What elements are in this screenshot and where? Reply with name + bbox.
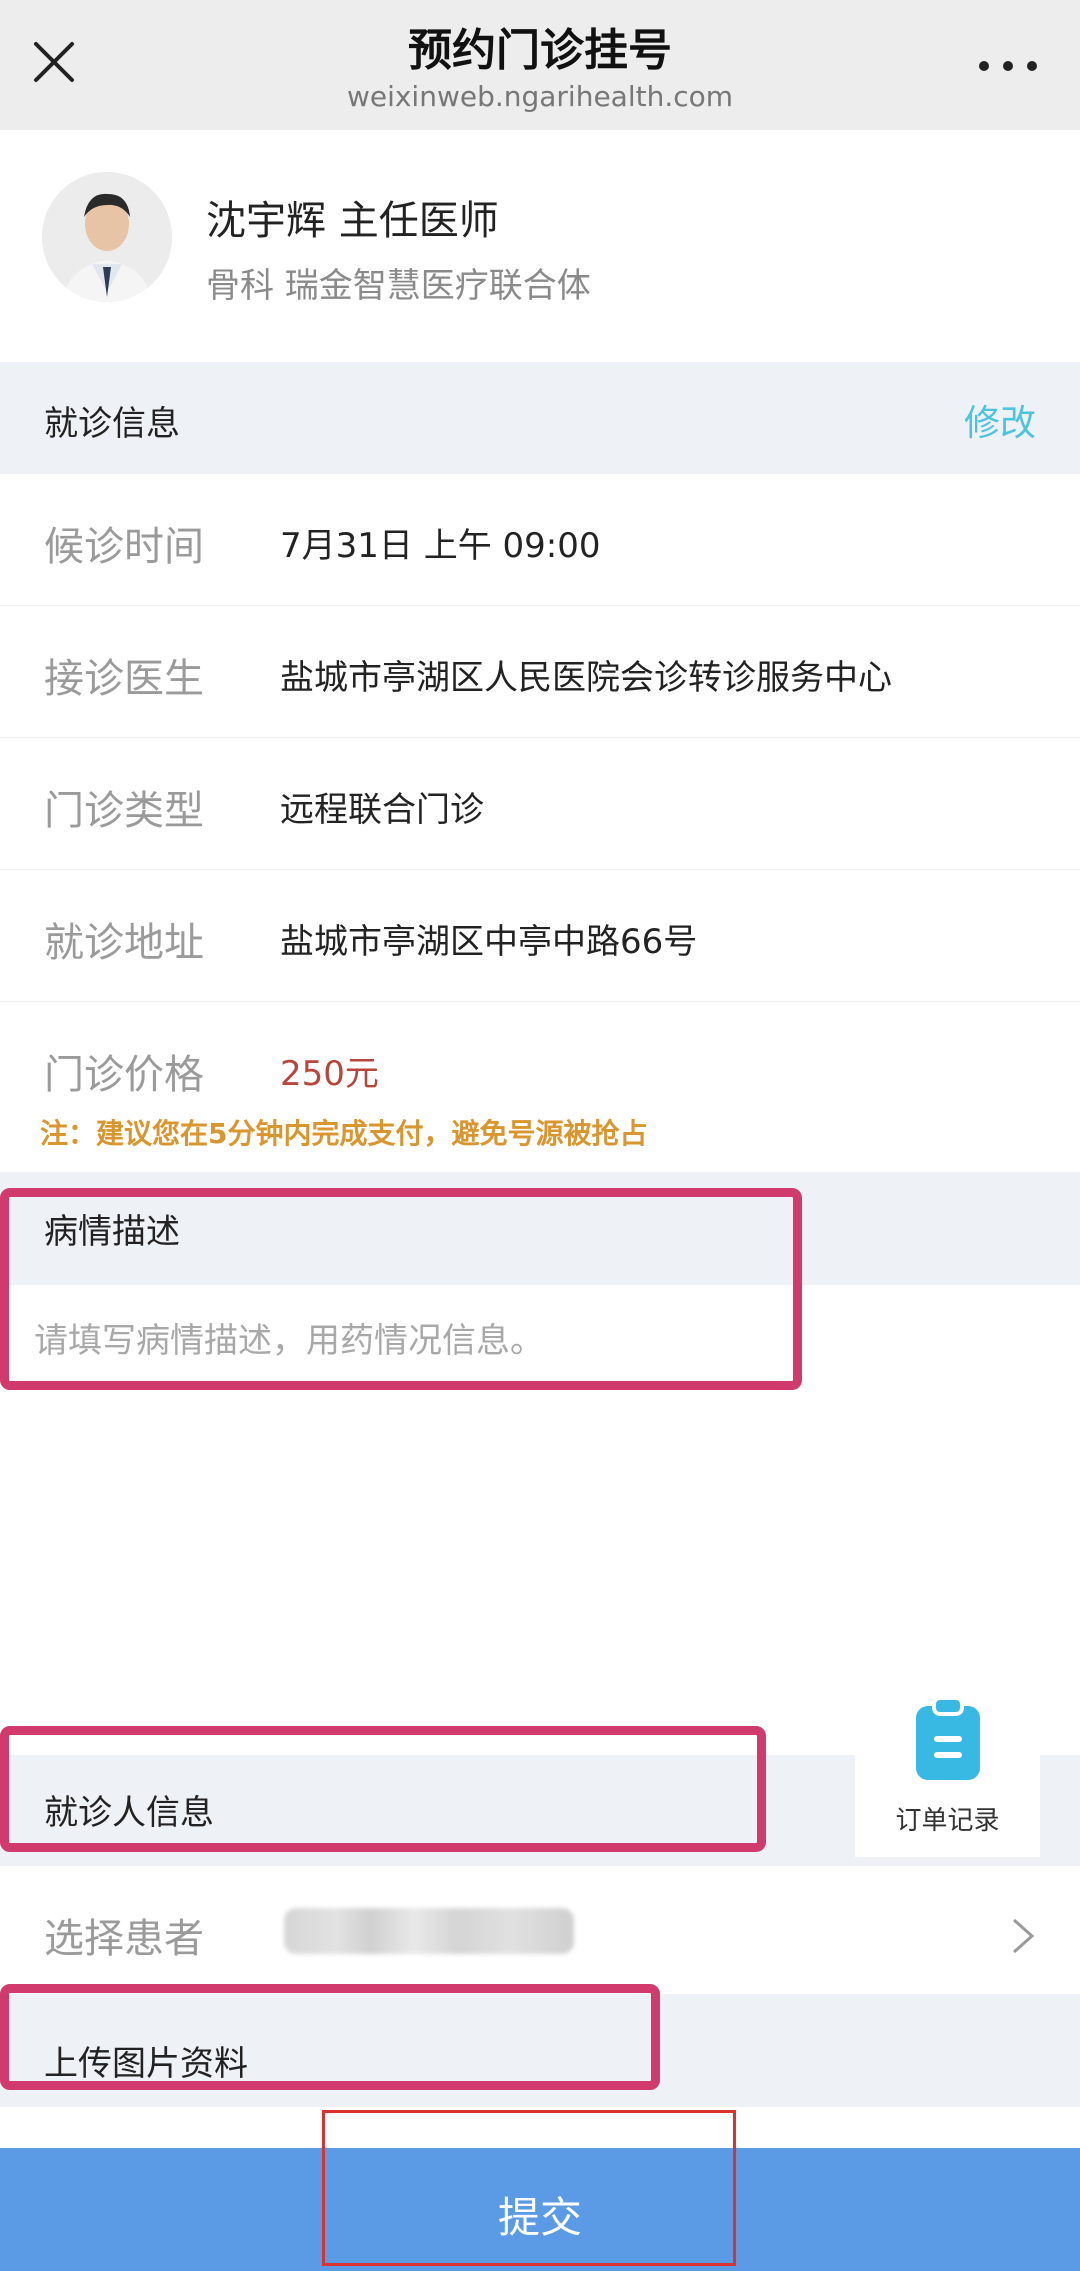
upload-title: 上传图片资料 — [44, 2044, 248, 2084]
row-value: 盐城市亭湖区中亭中路66号 — [280, 922, 698, 962]
row-label: 门诊价格 — [44, 1052, 204, 1098]
row-value: 7月31日 上午 09:00 — [280, 526, 601, 566]
condition-header: 病情描述 — [0, 1172, 1080, 1285]
page-title: 预约门诊挂号 — [408, 25, 672, 76]
info-row-type: 门诊类型 远程联合门诊 — [0, 738, 1080, 870]
row-label: 门诊类型 — [44, 788, 204, 834]
upload-header[interactable]: 上传图片资料 — [0, 1994, 1080, 2107]
page-domain: weixinweb.ngarihealth.com — [346, 80, 734, 113]
row-value: 远程联合门诊 — [280, 790, 484, 830]
doctor-name: 沈宇辉 主任医师 — [206, 198, 499, 244]
order-record-button[interactable]: 订单记录 — [855, 1672, 1040, 1857]
condition-title: 病情描述 — [44, 1212, 180, 1252]
patient-name-blurred — [284, 1908, 574, 1954]
info-row-address: 就诊地址 盐城市亭湖区中亭中路66号 — [0, 870, 1080, 1002]
info-row-time: 候诊时间 7月31日 上午 09:00 — [0, 474, 1080, 606]
top-bar: 预约门诊挂号 weixinweb.ngarihealth.com — [0, 0, 1080, 130]
patient-title: 就诊人信息 — [44, 1793, 214, 1833]
doctor-avatar — [42, 172, 172, 302]
appointment-page: 预约门诊挂号 weixinweb.ngarihealth.com 沈宇辉 主任医… — [0, 0, 1080, 2271]
row-label: 候诊时间 — [44, 524, 204, 570]
row-value: 盐城市亭湖区人民医院会诊转诊服务中心 — [280, 658, 892, 698]
select-patient-label: 选择患者 — [44, 1916, 204, 1962]
select-patient-row[interactable]: 选择患者 — [0, 1866, 1080, 1994]
doctor-department: 骨科 瑞金智慧医疗联合体 — [206, 266, 591, 306]
visit-info-title: 就诊信息 — [44, 404, 180, 444]
price-value: 250元 — [280, 1054, 379, 1094]
doctor-card: 沈宇辉 主任医师 骨科 瑞金智慧医疗联合体 — [0, 130, 1080, 362]
row-label: 接诊医生 — [44, 656, 204, 702]
edit-link[interactable]: 修改 — [964, 394, 1036, 446]
payment-note: 注：建议您在5分钟内完成支付，避免号源被抢占 — [40, 1117, 648, 1150]
submit-button[interactable]: 提交 — [0, 2148, 1080, 2271]
info-row-doctor: 接诊医生 盐城市亭湖区人民医院会诊转诊服务中心 — [0, 606, 1080, 738]
row-label: 就诊地址 — [44, 920, 204, 966]
submit-label: 提交 — [497, 2193, 582, 2242]
condition-placeholder: 请填写病情描述，用药情况信息。 — [34, 1321, 544, 1361]
chevron-right-icon — [1008, 1916, 1038, 1956]
clipboard-icon — [910, 1694, 986, 1784]
order-record-label: 订单记录 — [895, 1806, 1000, 1836]
more-icon[interactable] — [968, 36, 1048, 88]
visit-info-header: 就诊信息 修改 — [0, 362, 1080, 474]
